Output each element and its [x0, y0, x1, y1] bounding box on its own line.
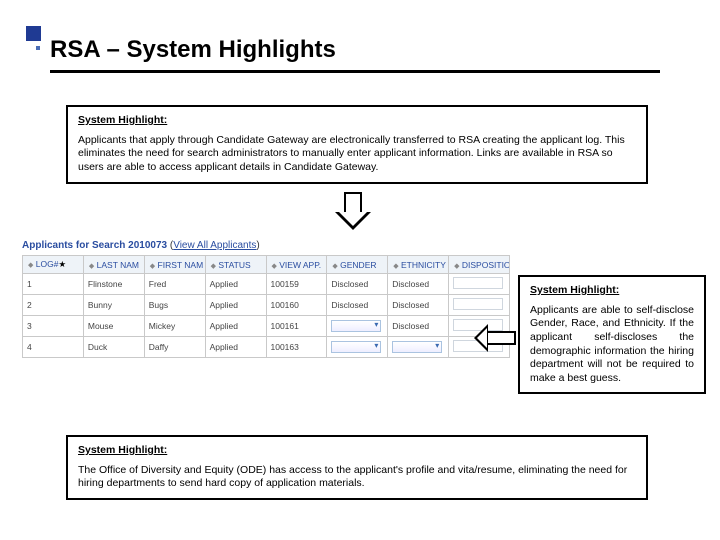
cell-first: Fred	[144, 274, 205, 295]
page-title: RSA – System Highlights	[50, 36, 336, 64]
cell-dispo[interactable]	[449, 295, 510, 316]
cell-log: 3	[23, 316, 84, 337]
cell-last: Flinstone	[83, 274, 144, 295]
cell-ethnicity[interactable]	[388, 337, 449, 358]
cell-log: 4	[23, 337, 84, 358]
cell-ethnicity: Disclosed	[388, 274, 449, 295]
cell-gender[interactable]	[327, 337, 388, 358]
cell-last: Bunny	[83, 295, 144, 316]
cell-last: Mouse	[83, 316, 144, 337]
table-row: 4DuckDaffyApplied100163	[23, 337, 510, 358]
cell-view-link[interactable]: 100163	[266, 337, 327, 358]
applicants-panel: Applicants for Search 2010073 (View All …	[22, 240, 510, 358]
cell-log: 2	[23, 295, 84, 316]
gender-dropdown[interactable]	[331, 320, 381, 332]
gender-dropdown[interactable]	[331, 341, 381, 353]
cell-view-link[interactable]: 100161	[266, 316, 327, 337]
col-gender[interactable]: ◆ GENDER	[327, 256, 388, 274]
applicants-heading: Applicants for Search 2010073 (View All …	[22, 240, 510, 251]
col-ethnicity[interactable]: ◆ ETHNICITY	[388, 256, 449, 274]
callout-right: System Highlight: Applicants are able to…	[518, 275, 706, 394]
disposition-input[interactable]	[453, 277, 503, 289]
callout-body: Applicants are able to self-disclose Gen…	[530, 304, 694, 384]
cell-status: Applied	[205, 316, 266, 337]
cell-first: Mickey	[144, 316, 205, 337]
col-view[interactable]: ◆ VIEW APP.	[266, 256, 327, 274]
callout-body: Applicants that apply through Candidate …	[78, 134, 625, 173]
callout-heading: System Highlight:	[530, 284, 694, 298]
table-row: 2BunnyBugsApplied100160DisclosedDisclose…	[23, 295, 510, 316]
cell-gender[interactable]	[327, 316, 388, 337]
cell-status: Applied	[205, 337, 266, 358]
cell-ethnicity: Disclosed	[388, 295, 449, 316]
ethnicity-dropdown[interactable]	[392, 341, 442, 353]
cell-status: Applied	[205, 295, 266, 316]
table-row: 3MouseMickeyApplied100161 Disclosed	[23, 316, 510, 337]
disposition-input[interactable]	[453, 298, 503, 310]
arrow-down-icon	[335, 192, 371, 230]
cell-first: Daffy	[144, 337, 205, 358]
cell-gender: Disclosed	[327, 274, 388, 295]
cell-status: Applied	[205, 274, 266, 295]
applicants-table: ◆ LOG#★ ◆ LAST NAM ◆ FIRST NAM ◆ STATUS …	[22, 255, 510, 358]
col-log[interactable]: ◆ LOG#★	[23, 256, 84, 274]
callout-heading: System Highlight:	[78, 444, 636, 458]
cell-gender: Disclosed	[327, 295, 388, 316]
applicants-title-prefix: Applicants for Search	[22, 240, 128, 251]
cell-view-link[interactable]: 100159	[266, 274, 327, 295]
slide-deco-square	[26, 26, 41, 41]
table-header-row: ◆ LOG#★ ◆ LAST NAM ◆ FIRST NAM ◆ STATUS …	[23, 256, 510, 274]
col-dispo[interactable]: ◆ DISPOSITIO	[449, 256, 510, 274]
col-first[interactable]: ◆ FIRST NAM	[144, 256, 205, 274]
callout-body: The Office of Diversity and Equity (ODE)…	[78, 464, 627, 490]
cell-log: 1	[23, 274, 84, 295]
col-status[interactable]: ◆ STATUS	[205, 256, 266, 274]
callout-bottom: System Highlight: The Office of Diversit…	[66, 435, 648, 500]
arrow-left-icon	[474, 324, 516, 352]
callout-heading: System Highlight:	[78, 114, 636, 128]
table-row: 1FlinstoneFredApplied100159DisclosedDisc…	[23, 274, 510, 295]
slide-deco-dot	[36, 46, 40, 50]
title-rule	[50, 70, 660, 73]
cell-view-link[interactable]: 100160	[266, 295, 327, 316]
col-last[interactable]: ◆ LAST NAM	[83, 256, 144, 274]
cell-ethnicity: Disclosed	[388, 316, 449, 337]
applicants-tbody: 1FlinstoneFredApplied100159DisclosedDisc…	[23, 274, 510, 358]
cell-first: Bugs	[144, 295, 205, 316]
callout-top: System Highlight: Applicants that apply …	[66, 105, 648, 184]
cell-last: Duck	[83, 337, 144, 358]
applicants-search-id: 2010073	[128, 240, 167, 251]
view-all-link[interactable]: View All Applicants	[173, 240, 256, 251]
cell-dispo[interactable]	[449, 274, 510, 295]
